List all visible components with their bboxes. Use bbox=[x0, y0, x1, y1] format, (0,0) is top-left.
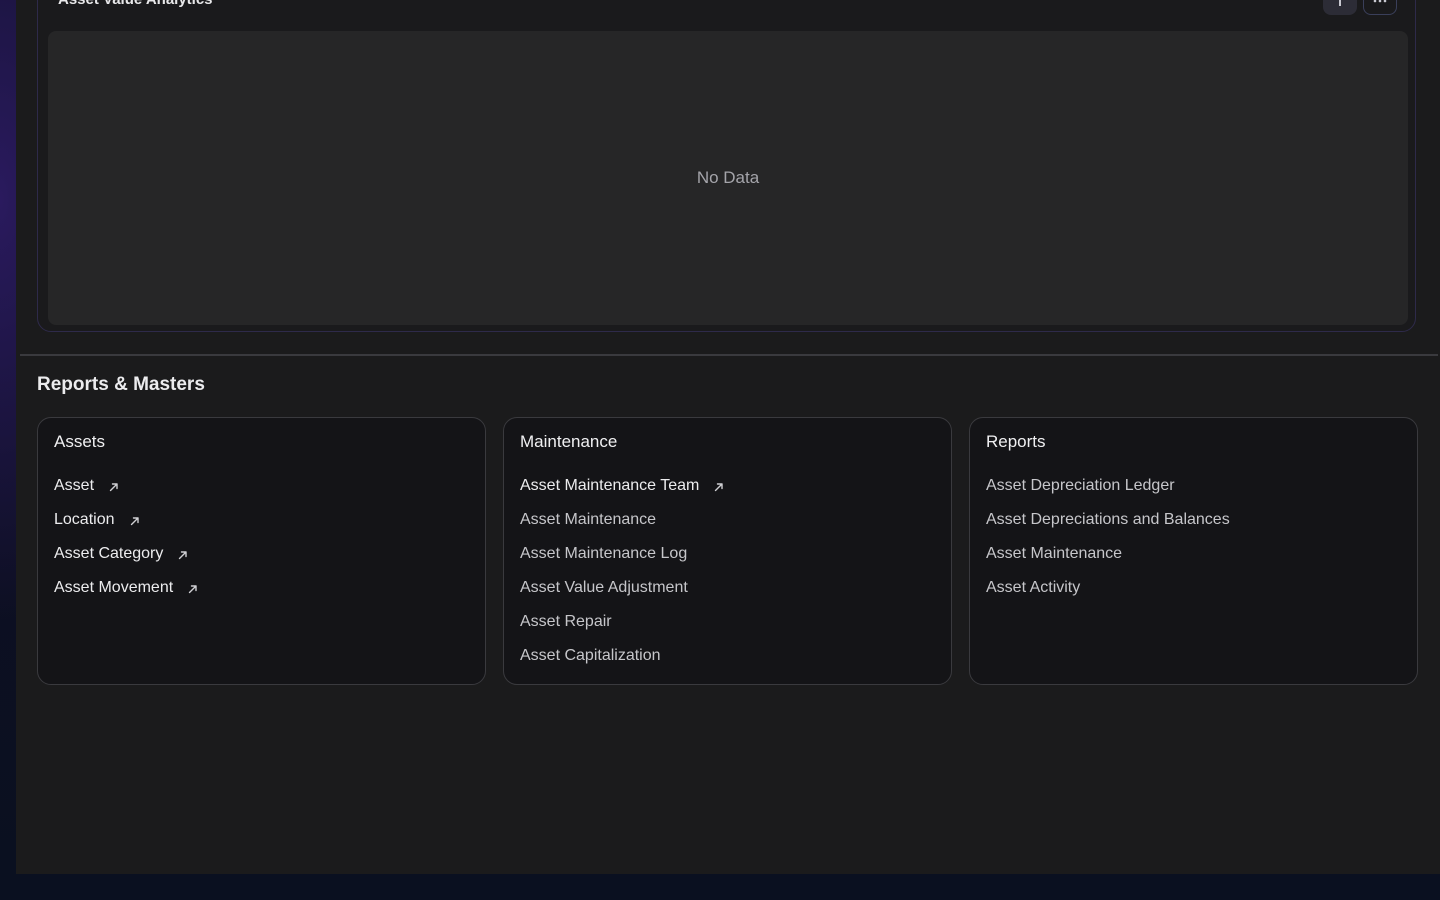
external-link-arrow-icon bbox=[109, 483, 118, 492]
card-link-item[interactable]: Location bbox=[54, 508, 199, 542]
no-data-message: No Data bbox=[696, 168, 760, 187]
card-link-item[interactable]: Asset Activity bbox=[986, 576, 1230, 610]
card-link-list: Asset Maintenance Team Asset Maintenance A… bbox=[520, 474, 725, 678]
chart-area: No Data bbox=[48, 31, 1408, 325]
card-link-label: Asset Maintenance Log bbox=[520, 545, 688, 562]
card-link-label: Asset Activity bbox=[986, 579, 1081, 596]
card-link-label: Asset Repair bbox=[520, 613, 612, 630]
card-link-item[interactable]: Asset Category bbox=[54, 542, 199, 576]
card-link-label: Asset Maintenance bbox=[986, 545, 1123, 562]
card-link-label: Asset Movement bbox=[54, 579, 174, 596]
card-link-item[interactable]: Asset Maintenance Log bbox=[520, 542, 725, 576]
card-maintenance: Maintenance Asset Maintenance Team Asset … bbox=[503, 417, 952, 685]
card-link-item[interactable]: Asset Maintenance bbox=[986, 542, 1230, 576]
chart-card-actions bbox=[1323, 0, 1397, 15]
card-link-label: Asset Depreciations and Balances bbox=[986, 511, 1230, 528]
external-link-arrow-icon bbox=[188, 585, 197, 594]
card-link-list: Asset Depreciation Ledger Asset Depreciat… bbox=[986, 474, 1230, 610]
card-link-label: Asset Value Adjustment bbox=[520, 579, 688, 596]
card-link-item[interactable]: Asset Maintenance bbox=[520, 508, 725, 542]
card-link-item[interactable]: Asset Maintenance Team bbox=[520, 474, 725, 508]
info-icon[interactable] bbox=[1323, 0, 1357, 15]
section-divider bbox=[20, 354, 1438, 356]
card-link-label: Asset bbox=[54, 477, 95, 494]
more-icon[interactable] bbox=[1363, 0, 1397, 15]
reports-masters-heading: Reports & Masters bbox=[37, 374, 205, 395]
card-link-item[interactable]: Asset Capitalization bbox=[520, 644, 725, 678]
card-link-item[interactable]: Asset bbox=[54, 474, 199, 508]
card-title: Reports bbox=[986, 432, 1046, 451]
workspace-main: Asset Value Analytics No Data Reports & … bbox=[16, 0, 1440, 874]
card-link-list: Asset Location Asset Category Asset Movemen… bbox=[54, 474, 199, 610]
card-title: Maintenance bbox=[520, 432, 618, 451]
card-reports: Reports Asset Depreciation Ledger Asset D… bbox=[969, 417, 1418, 685]
card-link-item[interactable]: Asset Depreciations and Balances bbox=[986, 508, 1230, 542]
card-link-label: Asset Capitalization bbox=[520, 647, 661, 664]
card-link-label: Asset Depreciation Ledger bbox=[986, 477, 1175, 494]
card-link-label: Asset Maintenance bbox=[520, 511, 657, 528]
card-link-item[interactable]: Asset Value Adjustment bbox=[520, 576, 725, 610]
card-assets: Assets Asset Location Asset Category Asset … bbox=[37, 417, 486, 685]
chart-card-title: Asset Value Analytics bbox=[58, 0, 213, 8]
card-link-item[interactable]: Asset Repair bbox=[520, 610, 725, 644]
external-link-arrow-icon bbox=[715, 483, 724, 492]
card-link-label: Asset Maintenance Team bbox=[520, 477, 700, 494]
asset-value-analytics-card: Asset Value Analytics No Data bbox=[37, 0, 1416, 332]
card-link-label: Location bbox=[54, 511, 115, 528]
external-link-arrow-icon bbox=[130, 517, 139, 526]
reports-masters-cards: Assets Asset Location Asset Category Asset … bbox=[37, 417, 1419, 685]
card-link-item[interactable]: Asset Depreciation Ledger bbox=[986, 474, 1230, 508]
card-link-label: Asset Category bbox=[54, 545, 164, 562]
card-title: Assets bbox=[54, 432, 106, 451]
card-link-item[interactable]: Asset Movement bbox=[54, 576, 199, 610]
external-link-arrow-icon bbox=[179, 551, 188, 560]
